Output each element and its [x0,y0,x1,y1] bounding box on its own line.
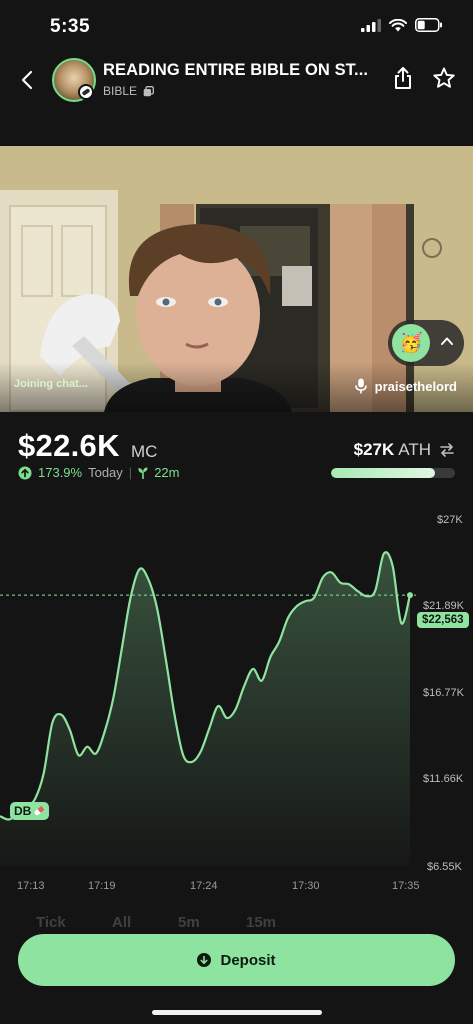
tab-all[interactable]: All [112,914,131,931]
divider: | [128,465,133,480]
copy-icon[interactable] [143,85,154,97]
streamer-label[interactable]: praisethelord [354,378,457,394]
change-row: 173.9% Today | 22m [18,465,179,480]
chevron-up-icon [441,337,453,345]
status-time: 5:35 [50,16,91,37]
header: READING ENTIRE BIBLE ON ST... BIBLE [0,56,473,104]
battery-icon [415,18,442,32]
ath-row[interactable]: $27K ATH [354,440,455,460]
star-icon [433,67,455,88]
share-button[interactable] [393,66,417,92]
current-price-tag: $22,563 [417,612,469,628]
stream-frame [0,146,473,412]
token-age: 22m [154,465,180,480]
reaction-toggle[interactable]: 🥳 [388,320,464,366]
deposit-button[interactable]: Deposit [18,934,455,986]
tab-15m[interactable]: 15m [246,914,276,931]
chevron-left-icon [21,70,33,90]
swap-icon [440,443,454,457]
pill-icon [78,84,94,100]
deposit-label: Deposit [220,951,276,969]
arrow-up-circle-icon [18,466,32,479]
livestream-video[interactable]: Joining chat... praisethelord 🥳 [0,146,473,412]
x-tick-label: 17:30 [292,880,320,892]
ath-value: $27K [353,440,395,459]
price-area [0,552,410,866]
ticker-label: BIBLE [103,84,138,98]
price-chart-svg [0,551,416,866]
price-chart[interactable]: $27K $21.89K $16.77K $11.66K $6.55K 17:1… [0,500,473,910]
x-tick-label: 17:24 [190,880,218,892]
share-icon [395,67,411,89]
ticker-row: BIBLE [103,84,154,98]
current-price-point [407,592,413,599]
market-cap-unit: MC [131,442,158,461]
tab-5m[interactable]: 5m [178,914,200,931]
microphone-icon [354,378,367,394]
x-tick-label: 17:13 [17,880,45,892]
favorite-button[interactable] [432,66,458,92]
pill-icon [34,806,45,816]
ath-label: ATH [398,440,431,459]
status-bar: 5:35 [0,0,473,56]
arrow-down-circle-icon [197,953,212,967]
y-tick-label: $6.55K [427,861,462,873]
party-face-icon: 🥳 [392,324,430,362]
dev-buy-marker[interactable]: DB [10,802,50,820]
change-percent: 173.9% [38,465,83,480]
x-tick-label: 17:19 [88,880,116,892]
streamer-name: praisethelord [374,378,457,394]
home-indicator [152,1010,322,1015]
page-title: READING ENTIRE BIBLE ON ST... [103,61,369,79]
signal-icon [361,18,381,32]
status-icons [361,18,443,32]
y-tick-label: $16.77K [423,687,464,699]
dev-buy-label: DB [14,804,32,818]
joining-chat-text: Joining chat... [14,378,88,390]
back-button[interactable] [16,66,38,94]
market-cap-value: $22.6K [18,428,120,463]
wifi-icon [389,18,407,31]
x-tick-label: 17:35 [392,880,420,892]
ath-progress-fill [331,468,436,478]
ath-progress-bar [331,468,455,478]
change-period: Today [88,465,123,480]
y-tick-label: $11.66K [423,773,464,785]
y-tick-label: $27K [437,514,463,526]
tab-tick[interactable]: Tick [36,914,66,931]
sprout-icon [138,467,148,479]
y-tick-label: $21.89K [423,600,464,612]
